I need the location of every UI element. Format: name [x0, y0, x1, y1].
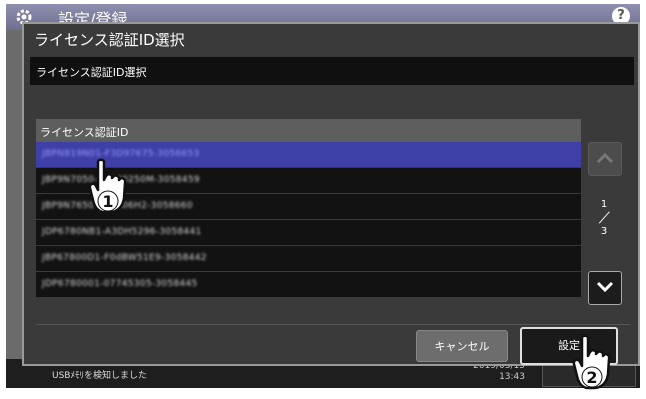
page-indicator: 1 / 3: [588, 199, 620, 237]
pointer-hand-icon: 2: [572, 334, 611, 390]
page-total: 3: [600, 226, 608, 237]
scroll-down-button[interactable]: [588, 271, 622, 305]
list-row[interactable]: JBP67800D1-F0dBW51E9-3058442: [36, 246, 581, 272]
callout-number: 2: [586, 368, 597, 387]
page-separator: /: [597, 210, 611, 226]
callout-number: 1: [102, 192, 113, 211]
list-row[interactable]: JDP6780NB1-A3DH5296-3058441: [36, 220, 581, 246]
dialog-title: ライセンス認証ID選択: [34, 31, 185, 49]
chevron-down-icon: [596, 281, 614, 293]
chevron-up-icon: [596, 152, 614, 164]
divider: [36, 324, 630, 325]
pointer-hand-icon: 1: [88, 158, 127, 214]
time-text: 13:43: [499, 372, 525, 382]
column-header: ライセンス認証ID: [36, 119, 581, 142]
dialog-subtitle: ライセンス認証ID選択: [36, 66, 147, 79]
row-text: JBP67800D1-F0dBW51E9-3058442: [42, 253, 207, 263]
dialog-subtitle-bar: ライセンス認証ID選択: [30, 57, 634, 85]
status-message: USBﾒﾓﾘを検知しました: [52, 371, 147, 381]
column-header-label: ライセンス認証ID: [40, 126, 129, 139]
row-text: JDP6780NB1-A3DH5296-3058441: [42, 227, 202, 237]
page-current: 1: [600, 199, 608, 210]
cancel-button[interactable]: キャンセル: [416, 330, 508, 362]
scroll-up-button[interactable]: [588, 142, 622, 176]
row-text: JDP6780001-07745305-3058445: [42, 279, 198, 289]
list-row[interactable]: JDP6780001-07745305-3058445: [36, 272, 581, 298]
